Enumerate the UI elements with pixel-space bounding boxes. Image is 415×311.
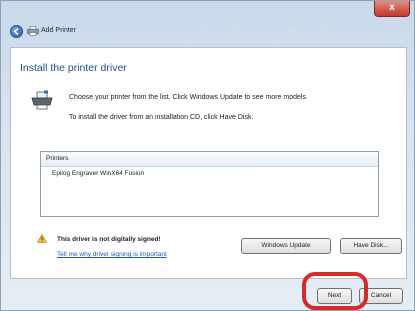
- have-disk-button[interactable]: Have Disk...: [340, 238, 402, 254]
- close-button[interactable]: x: [374, 1, 410, 17]
- printer-icon: [27, 26, 39, 36]
- warning-icon: [37, 234, 47, 243]
- printer-setup-icon: [31, 90, 53, 110]
- title-bar: Add Printer 4 - Installing the Epilog Da…: [1, 1, 414, 44]
- windows-update-button[interactable]: Windows Update: [241, 238, 331, 254]
- printers-list[interactable]: Printers Epilog Engraver WinX64 Fusion: [40, 151, 379, 217]
- window-title: Add Printer: [41, 27, 77, 34]
- background-heading: 4 - Installing the Epilog Dashboard: [89, 25, 380, 44]
- page-title: Install the printer driver: [20, 62, 127, 74]
- dialog-content: Install the printer driver Choose your p…: [10, 47, 407, 279]
- instruction-text: Choose your printer from the list. Click…: [69, 94, 308, 101]
- back-arrow-icon[interactable]: [10, 25, 23, 38]
- add-printer-window: Add Printer 4 - Installing the Epilog Da…: [0, 0, 415, 311]
- next-button-highlight: [302, 272, 368, 310]
- instruction-text: To install the driver from an installati…: [69, 114, 254, 121]
- warning-text: This driver is not digitally signed!: [57, 236, 161, 243]
- list-item[interactable]: Epilog Engraver WinX64 Fusion: [41, 170, 378, 177]
- driver-signing-link[interactable]: Tell me why driver signing is important: [57, 251, 167, 258]
- printers-list-header[interactable]: Printers: [41, 152, 378, 167]
